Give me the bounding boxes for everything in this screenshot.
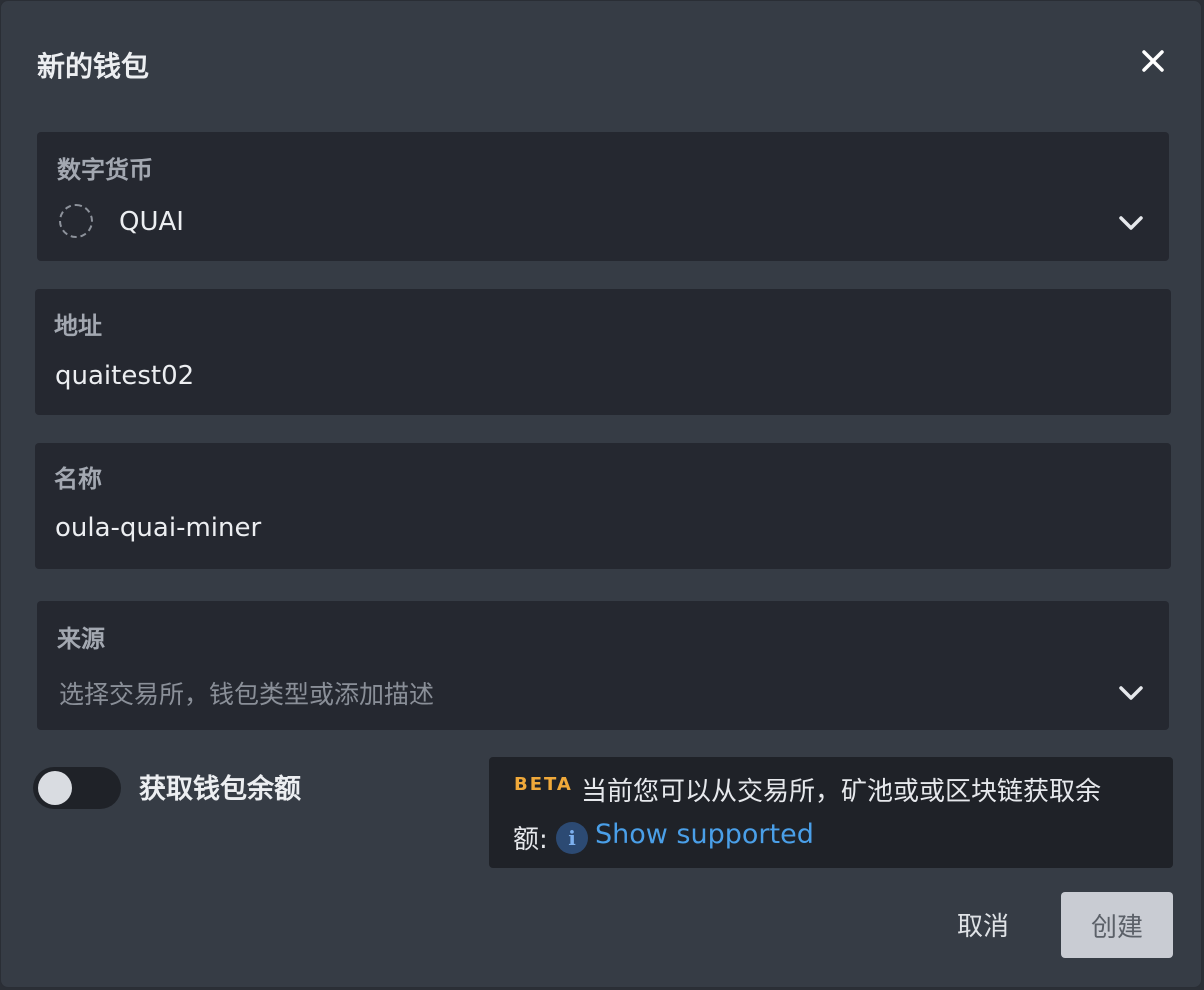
close-icon[interactable] [1137, 45, 1169, 77]
beta-notice-text-continued: 额: [513, 825, 548, 855]
currency-label: 数字货币 [57, 156, 153, 184]
chevron-down-icon[interactable] [1117, 214, 1145, 232]
fetch-balance-label: 获取钱包余额 [139, 774, 301, 805]
info-icon[interactable]: i [556, 822, 588, 854]
source-select[interactable]: 来源 选择交易所，钱包类型或添加描述 [37, 601, 1169, 730]
address-label: 地址 [54, 312, 102, 340]
toggle-knob [38, 771, 72, 805]
source-label: 来源 [57, 625, 105, 653]
address-input[interactable]: quaitest02 [55, 361, 194, 391]
create-button[interactable]: 创建 [1061, 892, 1173, 958]
chevron-down-icon[interactable] [1117, 684, 1145, 702]
address-field[interactable]: 地址 quaitest02 [35, 289, 1171, 415]
show-supported-link[interactable]: Show supported [595, 819, 814, 850]
new-wallet-dialog: 新的钱包 数字货币 QUAI 地址 quaitest02 名称 oula-qua… [0, 0, 1202, 988]
beta-notice: BETA 当前您可以从交易所，矿池或或区块链获取余 额: i Show supp… [489, 757, 1173, 868]
coin-placeholder-icon [59, 204, 93, 238]
dialog-title: 新的钱包 [37, 50, 150, 83]
source-placeholder: 选择交易所，钱包类型或添加描述 [59, 680, 435, 709]
currency-select[interactable]: 数字货币 QUAI [37, 132, 1169, 261]
beta-notice-text: 当前您可以从交易所，矿池或或区块链获取余 [581, 777, 1102, 807]
fetch-balance-toggle[interactable] [33, 767, 121, 809]
cancel-button[interactable]: 取消 [941, 891, 1025, 957]
beta-badge: BETA [514, 774, 573, 795]
name-label: 名称 [54, 465, 102, 493]
name-input[interactable]: oula-quai-miner [55, 513, 261, 543]
name-field[interactable]: 名称 oula-quai-miner [35, 443, 1171, 569]
currency-value: QUAI [119, 207, 184, 237]
